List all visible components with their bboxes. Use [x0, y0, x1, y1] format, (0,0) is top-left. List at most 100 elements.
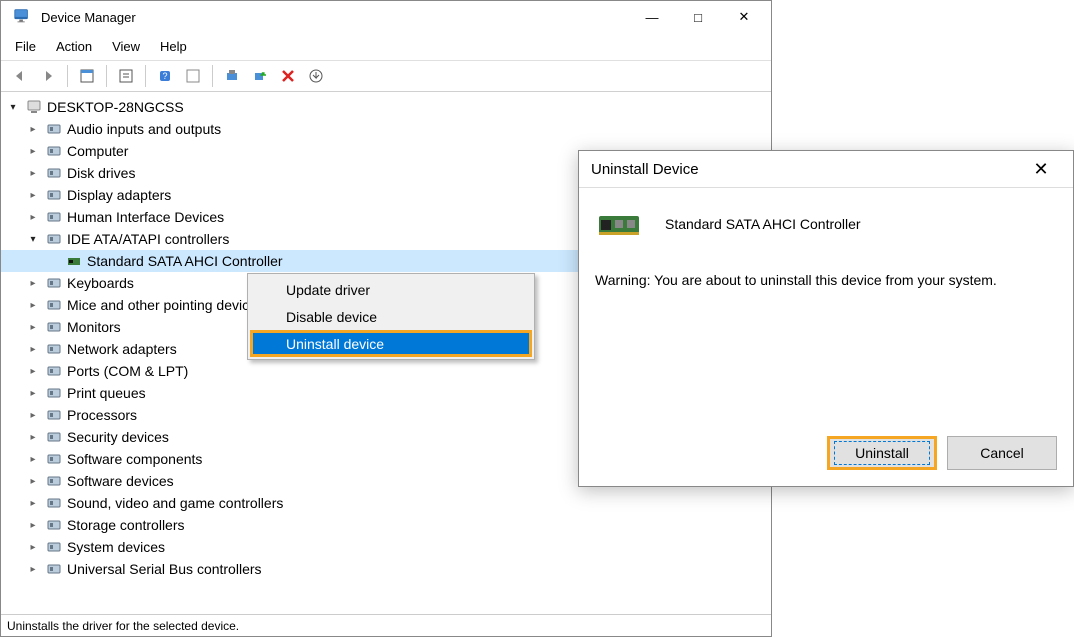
device-category-icon — [45, 494, 63, 512]
forward-button[interactable] — [35, 63, 61, 89]
uninstall-dialog: Uninstall Device ✕ Standard SATA AHCI Co… — [578, 150, 1074, 487]
chevron-right-icon[interactable]: ▸ — [25, 209, 41, 225]
device-category-icon — [45, 340, 63, 358]
minimize-button[interactable]: — — [629, 2, 675, 32]
context-disable-device[interactable]: Disable device — [250, 303, 532, 330]
context-update-driver[interactable]: Update driver — [250, 276, 532, 303]
chevron-down-icon[interactable]: ▾ — [25, 231, 41, 247]
device-category-icon — [45, 318, 63, 336]
add-hardware-button[interactable] — [247, 63, 273, 89]
device-category-icon — [45, 560, 63, 578]
chevron-right-icon[interactable]: ▸ — [25, 275, 41, 291]
properties-button[interactable] — [113, 63, 139, 89]
tree-node-label: Network adapters — [67, 341, 177, 357]
menu-view[interactable]: View — [102, 35, 150, 58]
chevron-right-icon[interactable]: ▸ — [25, 407, 41, 423]
tree-node-label: Mice and other pointing devices — [67, 297, 264, 313]
device-category-icon — [45, 230, 63, 248]
tree-node-label: Keyboards — [67, 275, 134, 291]
chevron-right-icon[interactable]: ▸ — [25, 429, 41, 445]
device-category-icon — [45, 384, 63, 402]
tree-node-label: Monitors — [67, 319, 121, 335]
tree-node-label: Print queues — [67, 385, 146, 401]
dialog-uninstall-button[interactable]: Uninstall — [827, 436, 937, 470]
dialog-cancel-button[interactable]: Cancel — [947, 436, 1057, 470]
tree-node-label: Security devices — [67, 429, 169, 445]
window-title: Device Manager — [41, 10, 629, 25]
tree-node-label: Software components — [67, 451, 202, 467]
uninstall-button[interactable] — [275, 63, 301, 89]
chevron-down-icon[interactable]: ▾ — [5, 99, 21, 115]
tree-node-label: Audio inputs and outputs — [67, 121, 221, 137]
chevron-right-icon[interactable]: ▸ — [25, 539, 41, 555]
chevron-right-icon[interactable]: ▸ — [25, 319, 41, 335]
status-text: Uninstalls the driver for the selected d… — [7, 619, 239, 633]
chevron-right-icon[interactable]: ▸ — [25, 341, 41, 357]
tree-node-label: Processors — [67, 407, 137, 423]
tree-node-label: Display adapters — [67, 187, 171, 203]
back-button[interactable] — [7, 63, 33, 89]
toolbar: ? — [1, 61, 771, 92]
app-icon — [13, 7, 33, 27]
tree-node[interactable]: ▸ Storage controllers — [1, 514, 771, 536]
tree-node-label: Human Interface Devices — [67, 209, 224, 225]
chevron-right-icon[interactable]: ▸ — [25, 297, 41, 313]
dialog-title: Uninstall Device — [591, 161, 699, 178]
chevron-right-icon[interactable]: ▸ — [25, 363, 41, 379]
computer-icon — [25, 98, 43, 116]
tree-child-label: Standard SATA AHCI Controller — [87, 253, 283, 269]
tree-node-label: IDE ATA/ATAPI controllers — [67, 231, 229, 247]
device-category-icon — [45, 428, 63, 446]
tree-node[interactable]: ▸System devices — [1, 536, 771, 558]
chevron-right-icon[interactable]: ▸ — [25, 385, 41, 401]
close-button[interactable]: ✕ — [721, 2, 767, 32]
menu-help[interactable]: Help — [150, 35, 197, 58]
update-button[interactable] — [303, 63, 329, 89]
device-category-icon — [45, 362, 63, 380]
tree-node[interactable]: ▸ Audio inputs and outputs — [1, 118, 771, 140]
titlebar[interactable]: Device Manager — □ ✕ — [1, 1, 771, 33]
chevron-right-icon[interactable]: ▸ — [25, 187, 41, 203]
tree-node-label: Universal Serial Bus controllers — [67, 561, 262, 577]
chevron-right-icon[interactable]: ▸ — [25, 143, 41, 159]
chevron-right-icon[interactable]: ▸ — [25, 473, 41, 489]
device-category-icon — [45, 186, 63, 204]
chevron-right-icon[interactable]: ▸ — [25, 121, 41, 137]
help-button[interactable]: ? — [152, 63, 178, 89]
action-button[interactable] — [180, 63, 206, 89]
menubar: File Action View Help — [1, 33, 771, 61]
tree-node[interactable]: ▸ Universal Serial Bus controllers — [1, 558, 771, 580]
device-category-icon — [45, 274, 63, 292]
chevron-right-icon[interactable]: ▸ — [25, 165, 41, 181]
device-category-icon — [45, 164, 63, 182]
menu-action[interactable]: Action — [46, 35, 102, 58]
tree-node-label: Software devices — [67, 473, 174, 489]
controller-icon — [65, 252, 83, 270]
tree-root[interactable]: ▾ DESKTOP-28NGCSS — [1, 96, 771, 118]
device-category-icon — [45, 472, 63, 490]
chevron-right-icon[interactable]: ▸ — [25, 495, 41, 511]
tree-node-label: Computer — [67, 143, 128, 159]
chevron-right-icon[interactable]: ▸ — [25, 451, 41, 467]
menu-file[interactable]: File — [5, 35, 46, 58]
context-uninstall-device[interactable]: Uninstall device — [250, 330, 532, 357]
tree-root-label: DESKTOP-28NGCSS — [47, 99, 184, 115]
dialog-device-name: Standard SATA AHCI Controller — [665, 216, 861, 232]
device-category-icon — [45, 406, 63, 424]
device-category-icon — [45, 120, 63, 138]
dialog-close-button[interactable]: ✕ — [1021, 154, 1061, 184]
chevron-right-icon[interactable]: ▸ — [25, 561, 41, 577]
device-category-icon — [45, 142, 63, 160]
show-hide-button[interactable] — [74, 63, 100, 89]
tree-node[interactable]: ▸Sound, video and game controllers — [1, 492, 771, 514]
controller-icon — [595, 206, 647, 242]
dialog-warning-text: Warning: You are about to uninstall this… — [595, 272, 1057, 288]
context-menu: Update driver Disable device Uninstall d… — [247, 273, 535, 360]
scan-button[interactable] — [219, 63, 245, 89]
chevron-right-icon[interactable]: ▸ — [25, 517, 41, 533]
tree-node-label: Storage controllers — [67, 517, 185, 533]
svg-text:?: ? — [162, 71, 167, 81]
dialog-titlebar[interactable]: Uninstall Device ✕ — [579, 151, 1073, 187]
maximize-button[interactable]: □ — [675, 2, 721, 32]
device-category-icon — [45, 450, 63, 468]
